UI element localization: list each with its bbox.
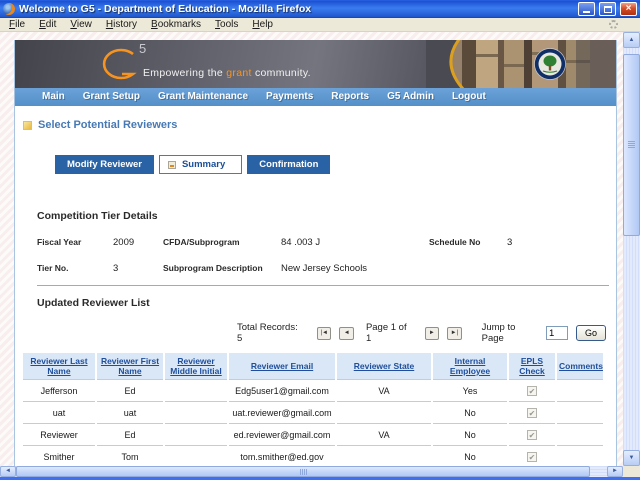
tab-strip: Modify Reviewer Summary Confirmation [55, 155, 616, 174]
cfda-value: 84 .003 J [281, 237, 429, 248]
vertical-scrollbar[interactable]: ▲ ▼ [623, 32, 640, 466]
header-first-name[interactable]: Reviewer First Name [97, 353, 163, 379]
scrollbar-corner [623, 466, 640, 477]
tier-details-grid: Fiscal Year 2009 CFDA/Subprogram 84 .003… [37, 237, 616, 274]
prev-page-button[interactable]: ◄ [339, 327, 353, 340]
browser-viewport: 5 Empowering the grant community. [0, 32, 623, 466]
nav-payments[interactable]: Payments [257, 88, 322, 106]
education-seal-icon [535, 49, 566, 80]
tier-details-title: Competition Tier Details [37, 210, 616, 222]
header-last-name[interactable]: Reviewer Last Name [23, 353, 95, 379]
table-row: uat uat uat.reviewer@gmail.com No ✔ [23, 401, 603, 423]
epls-checkbox[interactable]: ✔ [527, 452, 537, 462]
nav-main[interactable]: Main [33, 88, 74, 106]
reviewer-list-title: Updated Reviewer List [37, 297, 616, 309]
vertical-scrollbar-thumb[interactable] [623, 54, 640, 236]
g5-logo-icon [95, 45, 141, 88]
table-row: Jefferson Ed Edg5user1@gmail.com VA Yes … [23, 379, 603, 401]
header-email[interactable]: Reviewer Email [229, 353, 335, 379]
g5-page: 5 Empowering the grant community. [14, 40, 617, 466]
main-nav: Main Grant Setup Grant Maintenance Payme… [15, 88, 616, 106]
menu-help[interactable]: Help [245, 19, 280, 30]
menu-bar: File Edit View History Bookmarks Tools H… [0, 18, 640, 32]
horizontal-scrollbar-thumb[interactable] [16, 466, 590, 477]
epls-checkbox[interactable]: ✔ [527, 408, 537, 418]
menu-bookmarks[interactable]: Bookmarks [144, 19, 208, 30]
header-comments[interactable]: Comments [557, 353, 603, 379]
epls-checkbox[interactable]: ✔ [527, 430, 537, 440]
nav-reports[interactable]: Reports [322, 88, 378, 106]
subprogram-desc-value: New Jersey Schools [281, 263, 429, 274]
menu-view[interactable]: View [63, 19, 99, 30]
page-title: Select Potential Reviewers [38, 119, 177, 131]
jump-to-page-input[interactable] [546, 326, 568, 340]
tab-summary[interactable]: Summary [159, 155, 242, 174]
close-button[interactable]: × [620, 2, 637, 16]
header-internal-employee[interactable]: Internal Employee [433, 353, 507, 379]
section-divider [37, 285, 609, 286]
header-epls-check[interactable]: EPLS Check [509, 353, 555, 379]
table-header-row: Reviewer Last Name Reviewer First Name R… [23, 353, 603, 379]
first-page-button[interactable]: |◄ [317, 327, 331, 340]
summary-tab-icon [168, 161, 176, 169]
scroll-down-icon[interactable]: ▼ [623, 450, 640, 466]
menu-history[interactable]: History [99, 19, 144, 30]
firefox-icon [3, 3, 15, 15]
g5-logo-number: 5 [139, 41, 146, 56]
nav-g5-admin[interactable]: G5 Admin [378, 88, 443, 106]
nav-grant-setup[interactable]: Grant Setup [74, 88, 149, 106]
page-status: Page 1 of 1 [366, 322, 413, 344]
scroll-up-icon[interactable]: ▲ [623, 32, 640, 48]
heading-bullet-icon [23, 121, 32, 130]
menu-edit[interactable]: Edit [32, 19, 63, 30]
window-title: Welcome to G5 - Department of Education … [19, 3, 574, 15]
throbber-icon [609, 20, 618, 29]
horizontal-scrollbar[interactable]: ◄ ► [0, 466, 623, 477]
next-page-button[interactable]: ► [425, 327, 439, 340]
pagination-bar: Total Records: 5 |◄ ◄ Page 1 of 1 ► ►| J… [237, 322, 606, 344]
tab-confirmation[interactable]: Confirmation [247, 155, 330, 174]
fiscal-year-label: Fiscal Year [37, 237, 113, 247]
tagline-grant-highlight: grant [226, 67, 251, 79]
schedule-no-value: 3 [507, 237, 537, 248]
g5-banner: 5 Empowering the grant community. [15, 40, 616, 88]
menu-file[interactable]: File [2, 19, 32, 30]
menu-tools[interactable]: Tools [208, 19, 245, 30]
maximize-button[interactable] [599, 2, 616, 16]
jump-to-page-label: Jump to Page [482, 322, 538, 344]
table-row: Smither Tom tom.smither@ed.gov No ✔ [23, 445, 603, 466]
tier-no-label: Tier No. [37, 263, 113, 273]
minimize-button[interactable] [578, 2, 595, 16]
last-page-button[interactable]: ►| [447, 327, 461, 340]
window-titlebar: Welcome to G5 - Department of Education … [0, 0, 640, 18]
tier-no-value: 3 [113, 263, 163, 274]
header-middle-initial[interactable]: Reviewer Middle Initial [165, 353, 227, 379]
reviewer-table: Reviewer Last Name Reviewer First Name R… [21, 353, 605, 466]
subprogram-desc-label: Subprogram Description [163, 263, 281, 273]
table-row: Reviewer Ed ed.reviewer@gmail.com VA No … [23, 423, 603, 445]
fiscal-year-value: 2009 [113, 237, 163, 248]
header-state[interactable]: Reviewer State [337, 353, 431, 379]
go-button[interactable]: Go [576, 325, 606, 341]
cfda-label: CFDA/Subprogram [163, 237, 281, 247]
nav-logout[interactable]: Logout [443, 88, 495, 106]
tab-modify-reviewer[interactable]: Modify Reviewer [55, 155, 154, 174]
schedule-no-label: Schedule No [429, 237, 507, 247]
total-records: Total Records: 5 [237, 322, 303, 344]
banner-tagline: Empowering the grant community. [143, 67, 311, 79]
epls-checkbox[interactable]: ✔ [527, 386, 537, 396]
nav-grant-maintenance[interactable]: Grant Maintenance [149, 88, 257, 106]
scroll-left-icon[interactable]: ◄ [0, 466, 16, 477]
bookshelf-photo [426, 40, 616, 88]
scroll-right-icon[interactable]: ► [607, 466, 623, 477]
